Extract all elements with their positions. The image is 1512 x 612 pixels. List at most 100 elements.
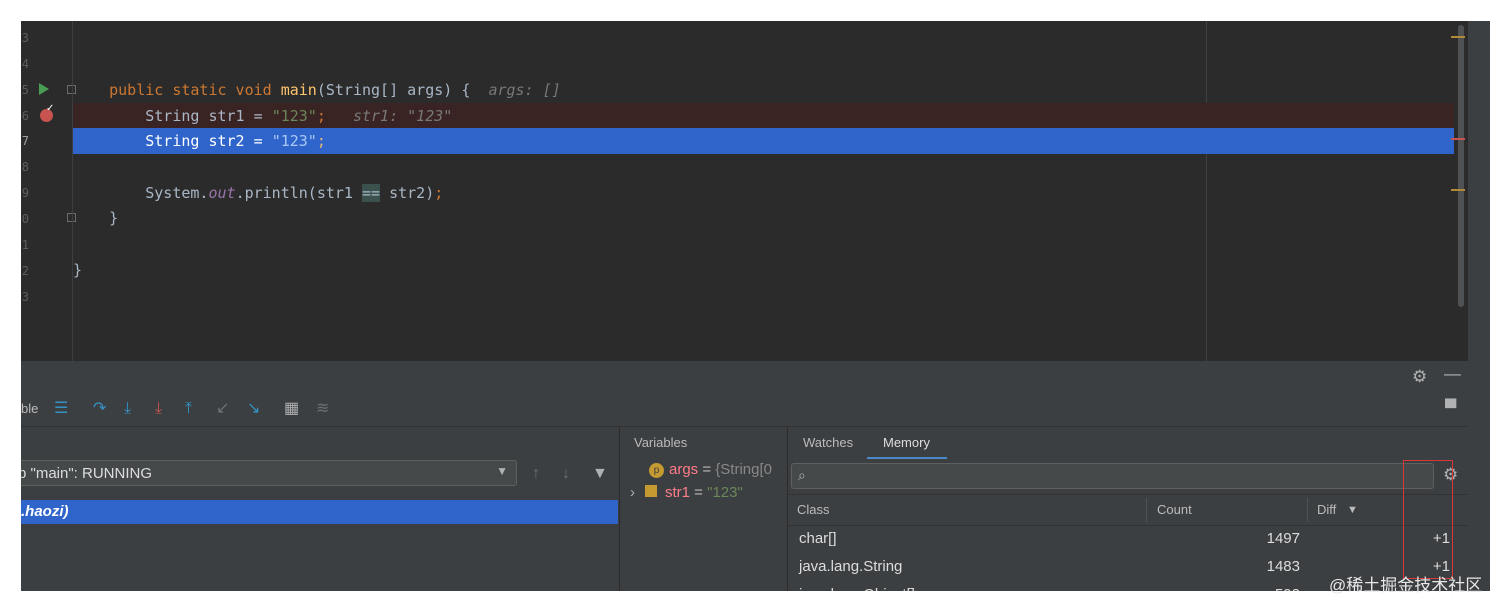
tab-memory[interactable]: Memory [883,435,930,450]
sort-desc-icon[interactable]: ▼ [1347,504,1358,516]
right-tool-strip [1468,21,1490,591]
line-number: 0 [21,212,29,226]
inline-debug-value: args: [] [488,81,561,99]
step-into-icon[interactable]: ⤓ [124,399,131,419]
operator: == [362,184,381,202]
console-tab-label[interactable]: ble [21,401,38,416]
line-number: 3 [21,31,29,45]
active-tab-indicator [867,457,947,459]
closing-brace: } [73,261,83,279]
filter-icon[interactable]: ▼ [592,464,608,484]
code-text: .println(str1 [235,184,362,202]
code-text: System. [145,184,209,202]
inline-debug-value: str1: "123" [352,107,453,125]
parameter-icon: p [649,463,664,478]
ide-window: 3 4 5 6 7 8 9 0 1 2 3 public static void… [21,21,1490,591]
step-out-icon[interactable]: ⤒ [185,399,192,419]
line-number: 3 [21,290,29,304]
count-cell: 1483 [1266,558,1300,575]
memory-panel: Watches Memory ⌕ ⚙ Class Count Diff ▼ ch… [788,427,1468,591]
variable-value: "123" [707,484,743,501]
string-literal: "123" [271,107,317,125]
variable-value: {String[0 [715,461,773,478]
thread-selector-value: p "main": RUNNING [21,465,153,482]
error-marker[interactable] [1451,138,1465,140]
code-text: String str1 = [145,107,272,125]
show-execution-point-icon[interactable]: ☰ [54,399,68,419]
column-divider[interactable] [1146,498,1147,522]
column-diff[interactable]: Diff [1317,502,1336,517]
watermark-text: @稀土掘金技术社区 [1329,576,1483,595]
semicolon: ; [316,132,326,150]
memory-table-header: Class Count Diff ▼ [788,494,1468,526]
diff-highlight-box [1403,460,1453,579]
evaluate-expression-icon[interactable]: ▦ [284,399,299,419]
code-line-execution-point: String str2 = "123"; [73,128,1468,154]
line-number: 5 [21,83,29,97]
string-literal: "123" [271,132,317,150]
column-class[interactable]: Class [797,502,830,517]
variable-row[interactable]: › str1 = "123" [630,484,743,501]
chevron-right-icon[interactable]: › [630,484,635,501]
step-over-icon[interactable]: ↷ [93,399,106,419]
breakpoint-icon[interactable] [40,103,54,122]
trace-stream-icon[interactable]: ≋ [316,399,329,419]
column-divider[interactable] [1307,498,1308,522]
thread-selector[interactable]: p "main": RUNNING ▼ [21,460,517,486]
closing-brace: } [109,209,119,227]
run-to-cursor-icon[interactable]: ↘ [247,399,260,419]
code-text: (String[] args) { [316,81,471,99]
layout-settings-icon[interactable]: ▀ [1445,399,1456,419]
code-line-breakpoint: String str1 = "123"; str1: "123" [73,103,1468,129]
code-line: System.out.println(str1 == str2); [73,180,1468,206]
semicolon: ; [434,184,444,202]
keyword: public static void [109,81,281,99]
count-cell: 592 [1275,586,1300,591]
frames-panel: p "main": RUNNING ▼ ↑ ↓ ▼ .haozi) [21,427,620,591]
run-gutter-icon[interactable] [39,83,49,95]
line-number: 1 [21,238,29,252]
variables-panel: Variables p args = {String[0 › str1 = "123… [620,427,788,591]
line-number: 4 [21,57,29,71]
search-icon: ⌕ [798,467,806,483]
line-number: 8 [21,160,29,174]
class-cell: java.lang.String [799,558,903,575]
count-cell: 1497 [1266,530,1300,547]
static-field: out [208,184,236,202]
line-number: 2 [21,264,29,278]
class-cell: char[] [799,530,837,547]
debug-toolbar: ble ☰ ↷ ⤓ ⤓ ⤒ ↙ ↘ ▦ ≋ ▀ [21,393,1468,427]
line-number: 7 [21,134,29,148]
field-icon [645,485,657,497]
gear-icon[interactable]: ⚙ [1412,367,1427,387]
variable-row[interactable]: p args = {String[0 [649,461,772,478]
editor-scrollbar-thumb[interactable] [1458,25,1464,307]
code-editor[interactable]: 3 4 5 6 7 8 9 0 1 2 3 public static void… [21,21,1490,361]
variable-name: args [669,461,699,478]
drop-frame-icon[interactable]: ↙ [216,399,229,419]
table-row[interactable]: char[] 1497 +1 [788,525,1468,553]
warning-marker[interactable] [1451,36,1465,38]
force-step-into-icon[interactable]: ⤓ [155,399,162,419]
line-number: 9 [21,186,29,200]
equals-sign: = [698,461,716,478]
debug-panel: ⚙ — ble ☰ ↷ ⤓ ⤓ ⤒ ↙ ↘ ▦ ≋ ▀ p "main": RU… [21,361,1468,591]
code-text: String str2 = [145,132,272,150]
code-line: public static void main(String[] args) {… [73,77,1468,103]
minimize-icon[interactable]: — [1444,364,1461,384]
warning-marker[interactable] [1451,189,1465,191]
selected-frame-row[interactable]: .haozi) [21,500,618,524]
arrow-down-icon[interactable]: ↓ [562,464,570,484]
column-count[interactable]: Count [1157,502,1192,517]
line-number: 6 [21,109,29,123]
arrow-up-icon[interactable]: ↑ [532,464,540,484]
code-line: } [73,257,1468,283]
tab-watches[interactable]: Watches [803,435,853,450]
semicolon: ; [316,107,326,125]
memory-search-input[interactable]: ⌕ [791,463,1434,489]
code-text: str2) [380,184,435,202]
class-cell: java.lang.Object[] [799,586,915,591]
variable-name: str1 [665,484,691,501]
equals-sign: = [690,484,708,501]
code-line: } [73,205,1468,231]
